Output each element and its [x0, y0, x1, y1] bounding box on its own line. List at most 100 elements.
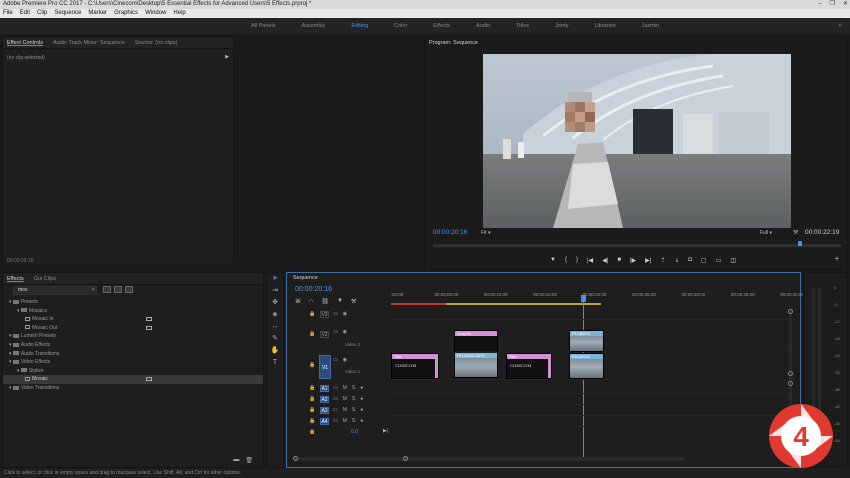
add-marker-icon[interactable]: ▼	[550, 257, 556, 264]
clip-title-2[interactable]: Title CINECOM	[506, 353, 552, 379]
expand-arrow-icon[interactable]: ▶	[225, 54, 229, 60]
workspace-jasmin[interactable]: Jasmin	[629, 18, 672, 34]
vr-video-icon[interactable]: ◫	[730, 257, 736, 264]
pen-tool-icon[interactable]: ✎	[267, 333, 283, 345]
lock-icon[interactable]: 🔒	[309, 418, 315, 424]
clip-graphic[interactable]: Graphic P1140542.MP4	[454, 330, 498, 378]
scroll-handle-left[interactable]	[293, 456, 298, 461]
workspace-editing[interactable]: Editing	[338, 18, 381, 34]
eye-icon[interactable]: ◉	[343, 329, 347, 335]
program-video-frame[interactable]	[483, 54, 791, 228]
tab-effect-controls[interactable]: Effect Controls	[7, 37, 43, 48]
track-name-v3[interactable]: V3	[320, 311, 329, 318]
go-to-end-icon[interactable]: ▶|	[383, 428, 388, 434]
timeline-playhead[interactable]	[581, 295, 586, 302]
sync-lock-icon[interactable]: ▭	[333, 407, 338, 413]
lane-a1[interactable]	[391, 383, 796, 394]
voiceover-icon[interactable]: ●	[360, 396, 363, 402]
timeline-horizontal-scrollbar[interactable]	[293, 456, 685, 461]
v-scroll-handle-top[interactable]	[788, 309, 793, 314]
slip-tool-icon[interactable]: ↔	[267, 321, 283, 333]
lock-icon[interactable]: 🔒	[309, 385, 315, 391]
lock-icon[interactable]: 🔒	[309, 429, 315, 435]
captions-icon[interactable]: ▭	[716, 257, 722, 264]
delete-icon[interactable]: 🗑	[245, 457, 253, 464]
mute-icon[interactable]: M	[343, 418, 347, 424]
track-name-a2[interactable]: A2	[320, 396, 329, 403]
eye-icon[interactable]: ◉	[343, 311, 347, 317]
solo-icon[interactable]: S	[352, 418, 355, 424]
clip-v2-video[interactable]: P1140532	[569, 330, 604, 352]
hand-tool-icon[interactable]: ✋	[267, 345, 283, 357]
extract-icon[interactable]: ⇣	[674, 257, 679, 264]
wrench-icon[interactable]: ⚒	[793, 229, 798, 236]
menu-edit[interactable]: Edit	[20, 9, 30, 18]
lock-icon[interactable]: 🔒	[309, 362, 315, 368]
tab-audio-track-mixer[interactable]: Audio Track Mixer: Sequence	[53, 37, 125, 48]
v-scroll-handle-audio[interactable]	[788, 381, 793, 386]
track-name-v1[interactable]: V1	[319, 355, 331, 379]
lane-a3[interactable]	[391, 405, 796, 416]
menu-file[interactable]: File	[3, 9, 13, 18]
snap-icon[interactable]: ∩	[309, 298, 313, 305]
clip-v1-video[interactable]: P1140532	[569, 353, 604, 379]
track-select-tool-icon[interactable]: ⇥	[267, 285, 283, 297]
timeline-settings-icon[interactable]: ⚒	[351, 298, 356, 305]
add-marker-timeline-icon[interactable]: ▼	[337, 298, 343, 305]
go-to-in-icon[interactable]: |◀	[587, 257, 593, 264]
stop-icon[interactable]: ■	[617, 257, 621, 264]
new-bin-icon[interactable]: ▬	[233, 457, 239, 464]
lock-icon[interactable]: 🔒	[309, 407, 315, 413]
track-name-v2[interactable]: V2	[320, 331, 329, 338]
export-frame-icon[interactable]: ◘	[688, 257, 692, 264]
workspace-jordy[interactable]: Jordy	[542, 18, 581, 34]
sync-lock-icon[interactable]: ▭	[333, 396, 338, 402]
maximize-button[interactable]: ❐	[830, 0, 835, 9]
effects-search-input[interactable]: mos	[13, 286, 97, 295]
workspace-titles[interactable]: Titles	[503, 18, 542, 34]
track-name-a4[interactable]: A4	[320, 418, 329, 425]
tab-gui-clips[interactable]: Gui Clips	[34, 273, 56, 284]
menu-clip[interactable]: Clip	[37, 9, 47, 18]
effects-tree-item[interactable]: ▾ Lumetri Presets	[3, 332, 263, 341]
effects-tree-item[interactable]: ▾ Stylize	[3, 367, 263, 376]
mark-in-icon[interactable]: {	[565, 257, 567, 264]
program-scrub-bar[interactable]	[433, 244, 841, 247]
lift-icon[interactable]: ⇡	[660, 257, 665, 264]
ripple-edit-tool-icon[interactable]: ✥	[267, 297, 283, 309]
workspace-assembly[interactable]: Assembly	[288, 18, 338, 34]
nest-icon[interactable]: ⌘	[295, 298, 301, 305]
playback-resolution-select[interactable]: Full ▾	[760, 230, 772, 236]
mark-out-icon[interactable]: }	[576, 257, 578, 264]
workspace-audio[interactable]: Audio	[463, 18, 503, 34]
lane-a4[interactable]	[391, 416, 796, 427]
tab-sequence[interactable]: Sequence	[293, 275, 318, 281]
workspace-effects[interactable]: Effects	[420, 18, 463, 34]
lock-icon[interactable]: 🔒	[309, 331, 315, 337]
effects-tree-item[interactable]: ▾ Audio Transitions	[3, 350, 263, 359]
effects-tree-item[interactable]: Mosaic	[3, 375, 263, 384]
solo-icon[interactable]: S	[352, 385, 355, 391]
sync-lock-icon[interactable]: ▭	[333, 311, 338, 317]
menu-help[interactable]: Help	[173, 9, 185, 18]
mute-icon[interactable]: M	[343, 396, 347, 402]
lock-icon[interactable]: 🔒	[309, 311, 315, 317]
selection-tool-icon[interactable]: ➤	[267, 273, 283, 285]
clip-title-1[interactable]: Title CINECOM	[391, 353, 439, 379]
program-playhead[interactable]	[798, 241, 802, 246]
program-monitor-title[interactable]: Program: Sequence	[429, 37, 478, 49]
lane-v3[interactable]	[391, 309, 796, 320]
voiceover-icon[interactable]: ●	[360, 407, 363, 413]
accelerated-effects-icon[interactable]	[103, 286, 111, 293]
workspace-overflow-button[interactable]: »	[838, 18, 842, 34]
step-back-icon[interactable]: ◀|	[602, 257, 608, 264]
workspace-libraries[interactable]: Libraries	[581, 18, 628, 34]
workspace-all-panels[interactable]: All Panels	[238, 18, 288, 34]
sync-lock-icon[interactable]: ▭	[333, 357, 338, 363]
effects-tree-item[interactable]: Mosaic Out	[3, 324, 263, 333]
effects-tree-item[interactable]: Mosaic In	[3, 315, 263, 324]
track-name-a1[interactable]: A1	[320, 385, 329, 392]
yuv-effects-icon[interactable]	[125, 286, 133, 293]
effects-tree-item[interactable]: ▾ Video Effects	[3, 358, 263, 367]
menu-graphics[interactable]: Graphics	[114, 9, 138, 18]
